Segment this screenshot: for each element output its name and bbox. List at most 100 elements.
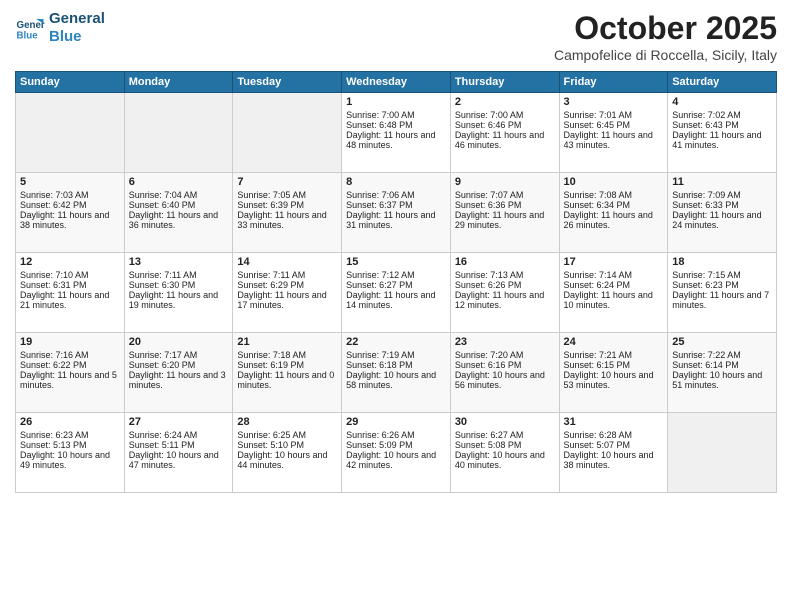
sunset-text: Sunset: 6:14 PM xyxy=(672,360,772,370)
daylight-text: Daylight: 10 hours and 53 minutes. xyxy=(564,370,664,390)
daylight-text: Daylight: 10 hours and 38 minutes. xyxy=(564,450,664,470)
sunset-text: Sunset: 6:33 PM xyxy=(672,200,772,210)
day-number: 1 xyxy=(346,96,446,108)
day-number: 12 xyxy=(20,256,120,268)
sunrise-text: Sunrise: 7:06 AM xyxy=(346,190,446,200)
daylight-text: Daylight: 11 hours and 43 minutes. xyxy=(564,130,664,150)
sunset-text: Sunset: 6:37 PM xyxy=(346,200,446,210)
sunrise-text: Sunrise: 6:26 AM xyxy=(346,430,446,440)
sunrise-text: Sunrise: 7:05 AM xyxy=(237,190,337,200)
sunrise-text: Sunrise: 7:09 AM xyxy=(672,190,772,200)
daylight-text: Daylight: 11 hours and 19 minutes. xyxy=(129,290,229,310)
daylight-text: Daylight: 11 hours and 41 minutes. xyxy=(672,130,772,150)
calendar-cell: 27Sunrise: 6:24 AMSunset: 5:11 PMDayligh… xyxy=(124,413,233,493)
calendar-cell: 14 Sunrise: 7:11 AMSunset: 6:29 PMDayligh… xyxy=(233,253,342,333)
month-year-title: October 2025 xyxy=(554,10,777,47)
sunset-text: Sunset: 6:39 PM xyxy=(237,200,337,210)
calendar-cell: 10Sunrise: 7:08 AMSunset: 6:34 PMDayligh… xyxy=(559,173,668,253)
sunset-text: Sunset: 6:16 PM xyxy=(455,360,555,370)
day-number: 26 xyxy=(20,416,120,428)
daylight-text: Daylight: 11 hours and 29 minutes. xyxy=(455,210,555,230)
calendar-cell: 23 Sunrise: 7:20 AMSunset: 6:16 PMDayligh… xyxy=(450,333,559,413)
sunrise-text: Sunrise: 7:12 AM xyxy=(346,270,446,280)
calendar-cell xyxy=(16,93,125,173)
day-number: 23 xyxy=(455,336,555,348)
sunrise-text: Sunrise: 7:20 AM xyxy=(455,350,555,360)
sunset-text: Sunset: 6:22 PM xyxy=(20,360,120,370)
calendar-cell: 11Sunrise: 7:09 AMSunset: 6:33 PMDayligh… xyxy=(668,173,777,253)
day-number: 5 xyxy=(20,176,120,188)
daylight-text: Daylight: 11 hours and 10 minutes. xyxy=(564,290,664,310)
week-row-3: 12Sunrise: 7:10 AMSunset: 6:31 PMDayligh… xyxy=(16,253,777,333)
calendar-cell: 28Sunrise: 6:25 AMSunset: 5:10 PMDayligh… xyxy=(233,413,342,493)
location-subtitle: Campofelice di Roccella, Sicily, Italy xyxy=(554,47,777,63)
day-number: 6 xyxy=(129,176,229,188)
sunset-text: Sunset: 6:48 PM xyxy=(346,120,446,130)
logo-icon: General Blue xyxy=(15,13,45,43)
calendar-cell: 29Sunrise: 6:26 AMSunset: 5:09 PMDayligh… xyxy=(342,413,451,493)
calendar-cell: 17Sunrise: 7:14 AMSunset: 6:24 PMDayligh… xyxy=(559,253,668,333)
week-row-5: 26Sunrise: 6:23 AMSunset: 5:13 PMDayligh… xyxy=(16,413,777,493)
sunset-text: Sunset: 6:19 PM xyxy=(237,360,337,370)
daylight-text: Daylight: 11 hours and 12 minutes. xyxy=(455,290,555,310)
sunset-text: Sunset: 6:45 PM xyxy=(564,120,664,130)
day-number: 14 xyxy=(237,256,337,268)
sunrise-text: Sunrise: 7:18 AM xyxy=(237,350,337,360)
sunset-text: Sunset: 6:46 PM xyxy=(455,120,555,130)
day-number: 28 xyxy=(237,416,337,428)
sunrise-text: Sunrise: 7:01 AM xyxy=(564,110,664,120)
sunset-text: Sunset: 6:29 PM xyxy=(237,280,337,290)
daylight-text: Daylight: 11 hours and 3 minutes. xyxy=(129,370,229,390)
daylight-text: Daylight: 10 hours and 56 minutes. xyxy=(455,370,555,390)
sunset-text: Sunset: 6:15 PM xyxy=(564,360,664,370)
sunrise-text: Sunrise: 6:25 AM xyxy=(237,430,337,440)
calendar-page: General Blue General Blue October 2025 C… xyxy=(0,0,792,612)
calendar-cell: 30Sunrise: 6:27 AMSunset: 5:08 PMDayligh… xyxy=(450,413,559,493)
day-number: 27 xyxy=(129,416,229,428)
sunset-text: Sunset: 6:40 PM xyxy=(129,200,229,210)
daylight-text: Daylight: 10 hours and 47 minutes. xyxy=(129,450,229,470)
day-number: 29 xyxy=(346,416,446,428)
calendar-cell: 6Sunrise: 7:04 AMSunset: 6:40 PMDaylight… xyxy=(124,173,233,253)
calendar-cell xyxy=(668,413,777,493)
logo-blue: Blue xyxy=(49,28,105,46)
calendar-cell: 22Sunrise: 7:19 AMSunset: 6:18 PMDayligh… xyxy=(342,333,451,413)
sunrise-text: Sunrise: 7:14 AM xyxy=(564,270,664,280)
sunset-text: Sunset: 5:08 PM xyxy=(455,440,555,450)
sunrise-text: Sunrise: 7:16 AM xyxy=(20,350,120,360)
sunset-text: Sunset: 6:36 PM xyxy=(455,200,555,210)
day-number: 31 xyxy=(564,416,664,428)
day-number: 19 xyxy=(20,336,120,348)
sunrise-text: Sunrise: 7:00 AM xyxy=(455,110,555,120)
day-number: 11 xyxy=(672,176,772,188)
sunrise-text: Sunrise: 7:21 AM xyxy=(564,350,664,360)
daylight-text: Daylight: 11 hours and 5 minutes. xyxy=(20,370,120,390)
daylight-text: Daylight: 11 hours and 36 minutes. xyxy=(129,210,229,230)
calendar-cell: 7Sunrise: 7:05 AMSunset: 6:39 PMDaylight… xyxy=(233,173,342,253)
calendar-cell xyxy=(233,93,342,173)
sunrise-text: Sunrise: 7:11 AM xyxy=(129,270,229,280)
week-row-4: 19Sunrise: 7:16 AMSunset: 6:22 PMDayligh… xyxy=(16,333,777,413)
sunset-text: Sunset: 5:07 PM xyxy=(564,440,664,450)
calendar-cell: 21 Sunrise: 7:18 AMSunset: 6:19 PMDayligh… xyxy=(233,333,342,413)
sunrise-text: Sunrise: 7:07 AM xyxy=(455,190,555,200)
header-row: SundayMondayTuesdayWednesdayThursdayFrid… xyxy=(16,72,777,93)
day-number: 15 xyxy=(346,256,446,268)
sunset-text: Sunset: 6:42 PM xyxy=(20,200,120,210)
daylight-text: Daylight: 11 hours and 14 minutes. xyxy=(346,290,446,310)
daylight-text: Daylight: 11 hours and 46 minutes. xyxy=(455,130,555,150)
day-header-saturday: Saturday xyxy=(668,72,777,93)
daylight-text: Daylight: 11 hours and 0 minutes. xyxy=(237,370,337,390)
daylight-text: Daylight: 11 hours and 33 minutes. xyxy=(237,210,337,230)
sunrise-text: Sunrise: 7:08 AM xyxy=(564,190,664,200)
sunrise-text: Sunrise: 7:11 AM xyxy=(237,270,337,280)
logo: General Blue General Blue xyxy=(15,10,105,46)
sunset-text: Sunset: 5:09 PM xyxy=(346,440,446,450)
day-header-tuesday: Tuesday xyxy=(233,72,342,93)
daylight-text: Daylight: 10 hours and 44 minutes. xyxy=(237,450,337,470)
sunset-text: Sunset: 6:26 PM xyxy=(455,280,555,290)
daylight-text: Daylight: 11 hours and 17 minutes. xyxy=(237,290,337,310)
sunset-text: Sunset: 5:11 PM xyxy=(129,440,229,450)
sunset-text: Sunset: 6:18 PM xyxy=(346,360,446,370)
day-number: 21 xyxy=(237,336,337,348)
